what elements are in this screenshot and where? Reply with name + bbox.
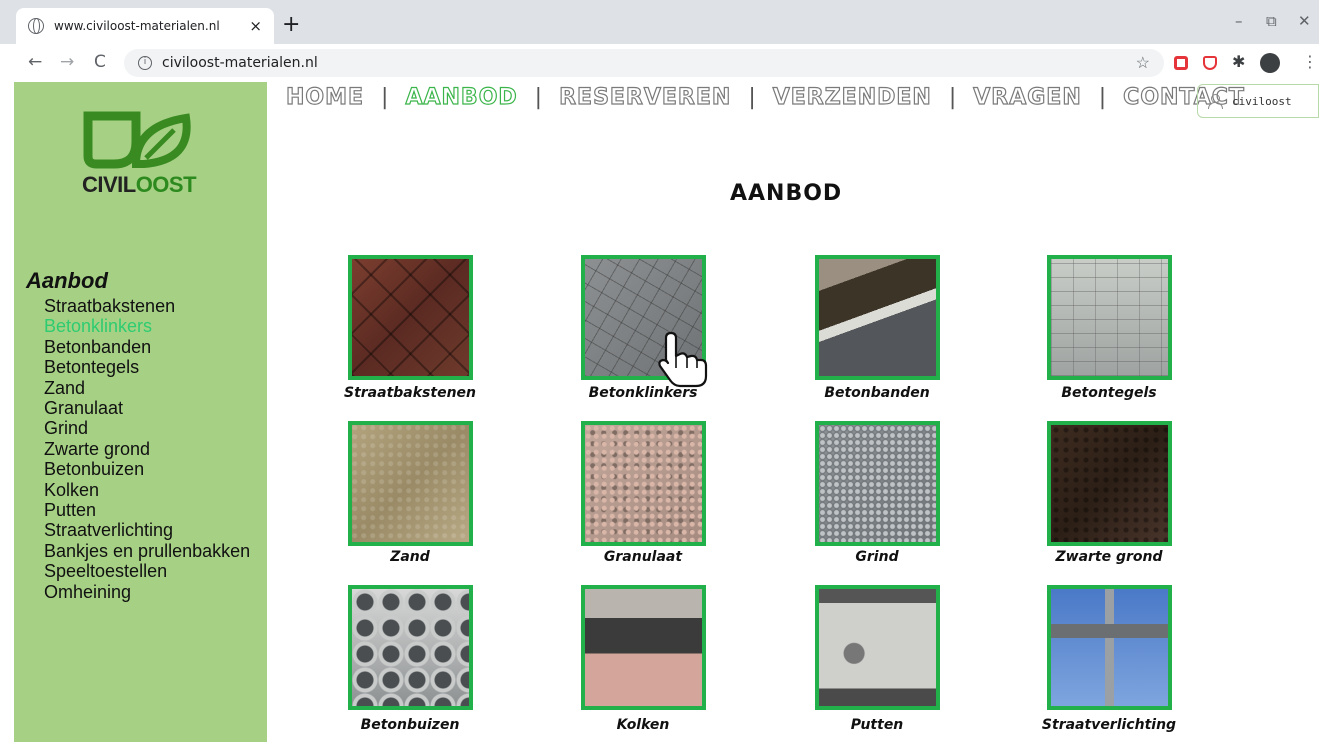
sidebar-item-zand[interactable]: Zand <box>44 378 250 398</box>
logo-text: CIVILOOST <box>81 172 197 197</box>
sidebar: CIVILOOST Aanbod Straatbakstenen Betonkli… <box>14 82 267 742</box>
sidebar-item-straatverlichting[interactable]: Straatverlichting <box>44 520 250 540</box>
nav-reserveren[interactable]: RESERVEREN <box>558 84 731 110</box>
product-label[interactable]: Putten <box>777 717 977 733</box>
product-image[interactable] <box>348 585 473 710</box>
profile-avatar-icon[interactable] <box>1260 53 1280 73</box>
product-label[interactable]: Straatverlichting <box>1009 717 1209 733</box>
leaf-logo-icon <box>83 111 191 169</box>
nav-separator: | <box>1098 84 1107 110</box>
back-button[interactable]: ← <box>28 52 42 72</box>
new-tab-button[interactable]: + <box>282 12 300 37</box>
sidebar-item-speeltoestellen[interactable]: Speeltoestellen <box>44 561 250 581</box>
username-input[interactable] <box>1232 94 1318 108</box>
sidebar-menu: Straatbakstenen Betonklinkers Betonbanden B… <box>44 296 250 602</box>
sidebar-item-omheining[interactable]: Omheining <box>44 582 250 602</box>
nav-separator: | <box>381 84 389 110</box>
extensions-puzzle-icon[interactable]: ✱ <box>1232 52 1245 72</box>
tab-title: www.civiloost-materialen.nl <box>54 19 220 33</box>
hand-cursor-icon <box>658 331 708 388</box>
bookmark-star-icon[interactable]: ☆ <box>1136 53 1150 73</box>
extension-icon[interactable] <box>1174 56 1188 70</box>
nav-separator: | <box>748 84 756 110</box>
product-image[interactable] <box>815 255 940 380</box>
product-label[interactable]: Grind <box>777 549 977 565</box>
window-close-button[interactable]: ✕ <box>1298 12 1311 30</box>
sidebar-item-bankjes-en-prullenbakken[interactable]: Bankjes en prullenbakken <box>44 541 250 561</box>
main-navigation: HOME | AANBOD | RESERVEREN | VERZENDEN | VRAGEN |… <box>285 82 1245 112</box>
product-image[interactable] <box>815 421 940 546</box>
url-text[interactable]: civiloost-materialen.nl <box>162 55 318 71</box>
product-image[interactable] <box>1047 421 1172 546</box>
info-icon[interactable]: i <box>138 56 152 70</box>
product-image[interactable] <box>1047 255 1172 380</box>
browser-menu-icon[interactable]: ⋮ <box>1302 52 1318 71</box>
sidebar-heading: Aanbod <box>26 268 108 293</box>
product-label[interactable]: Betontegels <box>1009 385 1209 401</box>
user-icon <box>1208 94 1223 109</box>
product-label[interactable]: Zand <box>310 549 510 565</box>
globe-icon <box>28 18 44 34</box>
product-image[interactable] <box>1047 585 1172 710</box>
product-label[interactable]: Straatbakstenen <box>310 385 510 401</box>
browser-tab[interactable]: www.civiloost-materialen.nl × <box>16 8 274 44</box>
sidebar-item-betonbuizen[interactable]: Betonbuizen <box>44 459 250 479</box>
product-image[interactable] <box>348 421 473 546</box>
nav-home[interactable]: HOME <box>285 84 364 110</box>
forward-button[interactable]: → <box>60 52 74 72</box>
product-label[interactable]: Granulaat <box>543 549 743 565</box>
tab-close-icon[interactable]: × <box>249 17 262 35</box>
product-image[interactable] <box>348 255 473 380</box>
address-bar[interactable]: i civiloost-materialen.nl ☆ <box>124 49 1164 77</box>
browser-tab-bar: www.civiloost-materialen.nl × + – ⧉ ✕ <box>0 0 1319 44</box>
maximize-button[interactable]: ⧉ <box>1266 12 1277 30</box>
sidebar-item-betonbanden[interactable]: Betonbanden <box>44 337 250 357</box>
nav-verzenden[interactable]: VERZENDEN <box>772 84 932 110</box>
product-image[interactable] <box>581 421 706 546</box>
page-title: AANBOD <box>730 181 843 206</box>
reload-button[interactable]: C <box>94 52 106 72</box>
sidebar-item-kolken[interactable]: Kolken <box>44 480 250 500</box>
product-image[interactable] <box>815 585 940 710</box>
sidebar-item-betonklinkers[interactable]: Betonklinkers <box>44 316 250 336</box>
sidebar-item-putten[interactable]: Putten <box>44 500 250 520</box>
login-field[interactable] <box>1197 84 1319 118</box>
nav-aanbod[interactable]: AANBOD <box>405 84 517 110</box>
product-image[interactable] <box>581 585 706 710</box>
sidebar-item-zwarte-grond[interactable]: Zwarte grond <box>44 439 250 459</box>
minimize-button[interactable]: – <box>1235 12 1243 30</box>
civiloost-logo[interactable]: CIVILOOST <box>74 108 204 208</box>
product-label[interactable]: Betonbanden <box>777 385 977 401</box>
sidebar-item-grind[interactable]: Grind <box>44 418 250 438</box>
nav-vragen[interactable]: VRAGEN <box>973 84 1082 110</box>
sidebar-item-straatbakstenen[interactable]: Straatbakstenen <box>44 296 250 316</box>
product-label[interactable]: Zwarte grond <box>1009 549 1209 565</box>
product-label[interactable]: Kolken <box>543 717 743 733</box>
pocket-icon[interactable] <box>1203 56 1217 70</box>
sidebar-item-betontegels[interactable]: Betontegels <box>44 357 250 377</box>
product-label[interactable]: Betonbuizen <box>310 717 510 733</box>
sidebar-item-granulaat[interactable]: Granulaat <box>44 398 250 418</box>
nav-separator: | <box>948 84 957 110</box>
nav-separator: | <box>534 84 543 110</box>
address-toolbar: ← → C i civiloost-materialen.nl ☆ ✱ ⋮ <box>0 44 1319 82</box>
